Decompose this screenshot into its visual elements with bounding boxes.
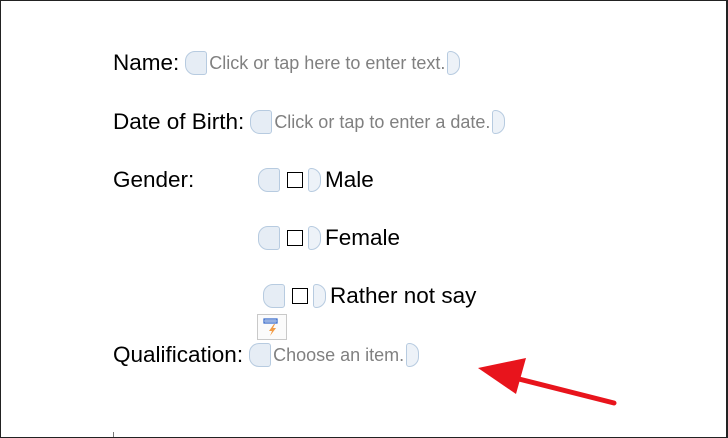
red-pointer-arrow-icon (478, 358, 617, 406)
page-corner-mark (113, 432, 114, 437)
